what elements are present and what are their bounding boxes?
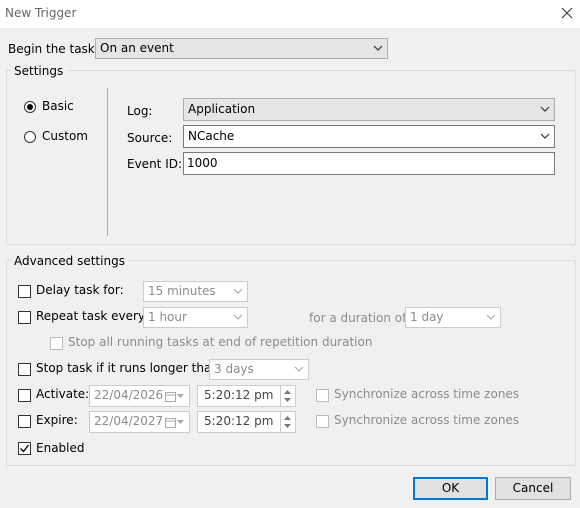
log-value: Application <box>188 102 256 116</box>
activate-sync-checkbox[interactable] <box>316 389 329 402</box>
delay-value: 15 minutes <box>148 284 216 298</box>
check-icon <box>20 444 30 453</box>
basic-radio[interactable] <box>24 101 36 113</box>
expire-time-spinner[interactable]: 5:20:12 pm <box>197 411 296 433</box>
basic-radio-label[interactable]: Basic <box>42 99 74 113</box>
expire-label[interactable]: Expire: <box>36 413 78 427</box>
duration-dropdown[interactable]: 1 day <box>405 307 501 328</box>
expire-date-picker[interactable]: 22/04/2027 <box>89 411 190 433</box>
spin-arrows-icon <box>284 416 291 428</box>
source-label: Source: <box>127 131 173 145</box>
expire-sync-checkbox[interactable] <box>316 415 329 428</box>
time-spin-buttons[interactable] <box>280 412 295 432</box>
chevron-down-icon <box>233 288 243 294</box>
log-dropdown[interactable]: Application <box>183 98 555 121</box>
begin-task-value: On an event <box>100 41 174 55</box>
close-icon[interactable] <box>557 3 577 23</box>
source-dropdown[interactable]: NCache <box>183 125 555 148</box>
activate-time-spinner[interactable]: 5:20:12 pm <box>197 385 296 407</box>
title-bar <box>0 0 580 28</box>
stop-all-checkbox[interactable] <box>50 337 63 350</box>
chevron-down-icon <box>540 106 550 112</box>
event-id-field[interactable]: 1000 <box>183 152 555 175</box>
event-id-label: Event ID: <box>127 157 183 171</box>
expire-time-value: 5:20:12 pm <box>204 414 274 428</box>
expire-sync-label: Synchronize across time zones <box>334 413 520 427</box>
time-spin-buttons[interactable] <box>280 386 295 406</box>
repeat-label[interactable]: Repeat task every: <box>36 309 148 323</box>
stop-if-dropdown[interactable]: 3 days <box>209 359 309 380</box>
cancel-button[interactable]: Cancel <box>495 477 571 500</box>
custom-radio[interactable] <box>24 131 36 143</box>
delay-dropdown[interactable]: 15 minutes <box>143 281 248 302</box>
activate-date-picker[interactable]: 22/04/2026 <box>89 385 190 407</box>
log-label: Log: <box>127 104 153 118</box>
calendar-icon <box>165 392 176 402</box>
activate-checkbox[interactable] <box>18 389 31 402</box>
activate-label[interactable]: Activate: <box>36 387 89 401</box>
chevron-down-icon <box>177 420 184 424</box>
begin-task-label: Begin the task: <box>8 42 99 56</box>
source-value: NCache <box>188 129 235 143</box>
duration-value: 1 day <box>410 310 444 324</box>
window-title: New Trigger <box>5 6 77 20</box>
activate-sync-label: Synchronize across time zones <box>334 387 520 401</box>
chevron-down-icon <box>540 133 550 139</box>
stop-all-label: Stop all running tasks at end of repetit… <box>68 335 373 349</box>
activate-date-value: 22/04/2026 <box>94 388 164 402</box>
stop-if-value: 3 days <box>214 362 254 376</box>
duration-label: for a duration of: <box>309 311 410 325</box>
chevron-down-icon <box>486 314 496 320</box>
expire-checkbox[interactable] <box>18 415 31 428</box>
settings-divider <box>107 88 108 236</box>
custom-radio-label[interactable]: Custom <box>42 129 88 143</box>
repeat-dropdown[interactable]: 1 hour <box>143 307 248 328</box>
begin-task-dropdown[interactable]: On an event <box>95 38 388 59</box>
chevron-down-icon <box>294 366 304 372</box>
delay-label[interactable]: Delay task for: <box>36 283 124 297</box>
advanced-group-label: Advanced settings <box>11 254 128 268</box>
stop-if-checkbox[interactable] <box>18 363 31 376</box>
chevron-down-icon <box>177 394 184 398</box>
expire-date-value: 22/04/2027 <box>94 414 164 428</box>
repeat-value: 1 hour <box>148 310 187 324</box>
delay-checkbox[interactable] <box>18 285 31 298</box>
event-id-value: 1000 <box>187 156 218 170</box>
ok-button[interactable]: OK <box>413 477 488 500</box>
chevron-down-icon <box>373 45 383 51</box>
enabled-label[interactable]: Enabled <box>36 441 85 455</box>
stop-if-label[interactable]: Stop task if it runs longer than: <box>36 361 223 375</box>
settings-group-label: Settings <box>11 64 67 78</box>
repeat-checkbox[interactable] <box>18 311 31 324</box>
enabled-checkbox[interactable] <box>18 442 31 455</box>
calendar-icon <box>165 418 176 428</box>
chevron-down-icon <box>233 314 243 320</box>
activate-time-value: 5:20:12 pm <box>204 388 274 402</box>
spin-arrows-icon <box>284 390 291 402</box>
